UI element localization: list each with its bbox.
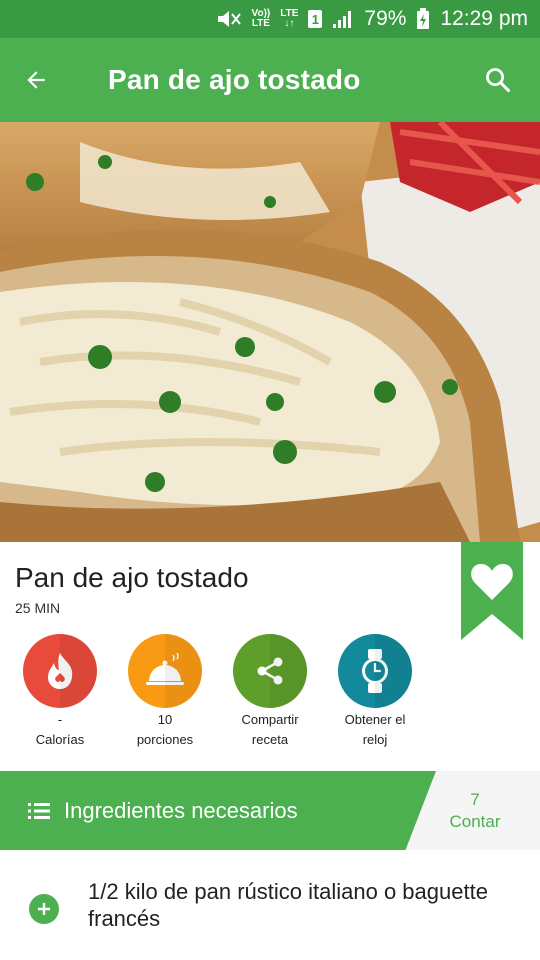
calories-item[interactable]: - Calorías xyxy=(5,634,115,748)
recipe-title: Pan de ajo tostado xyxy=(15,562,249,593)
serving-dish-icon xyxy=(146,652,184,685)
share-label-line2: receta xyxy=(251,732,289,747)
servings-item[interactable]: 10 porciones xyxy=(110,634,220,748)
volte-indicator: Vo)) LTE xyxy=(251,8,271,29)
ingredients-header[interactable]: Ingredientes necesarios 7 Contar xyxy=(0,771,540,850)
search-button[interactable] xyxy=(476,58,520,102)
battery-charging-icon xyxy=(416,8,430,30)
list-icon xyxy=(28,802,50,820)
calories-button[interactable] xyxy=(23,634,97,708)
calories-flame-icon xyxy=(48,653,73,689)
signal-icon xyxy=(332,9,354,29)
calories-value: - xyxy=(57,712,63,727)
servings-button[interactable] xyxy=(128,634,202,708)
favorite-button[interactable] xyxy=(461,542,523,640)
share-item[interactable]: Compartir receta xyxy=(215,634,325,748)
back-button[interactable] xyxy=(0,38,72,122)
battery-percent: 79% xyxy=(364,7,407,30)
ingredient-count-label: Contar xyxy=(449,811,501,831)
page-title: Pan de ajo tostado xyxy=(108,64,361,95)
ingredient-count: 7 Contar xyxy=(410,771,540,850)
ingredients-header-tab[interactable]: Ingredientes necesarios xyxy=(0,771,436,850)
share-button[interactable] xyxy=(233,634,307,708)
servings-label: porciones xyxy=(136,732,194,747)
mute-icon xyxy=(216,8,242,30)
watch-button[interactable] xyxy=(338,634,412,708)
status-time: 12:29 pm xyxy=(440,7,528,30)
ingredient-count-value: 7 xyxy=(470,789,480,809)
list-item: 1/2 kilo de pan rústico italiano o bague… xyxy=(0,878,540,932)
recipe-time: 25 MIN xyxy=(15,600,61,616)
watch-icon xyxy=(362,649,388,693)
search-icon xyxy=(486,68,511,93)
ingredients-header-label: Ingredientes necesarios xyxy=(64,797,298,823)
ingredient-text: 1/2 kilo de pan rústico italiano o bague… xyxy=(88,879,488,931)
app-bar: Pan de ajo tostado xyxy=(0,38,540,122)
share-icon xyxy=(257,657,283,685)
watch-item[interactable]: Obtener el reloj xyxy=(320,634,430,748)
plus-icon xyxy=(38,903,50,915)
calories-label: Calorías xyxy=(35,732,85,747)
lte-indicator: LTE ↓↑ xyxy=(280,8,299,29)
arrow-left-icon xyxy=(27,71,45,89)
add-ingredient-button[interactable] xyxy=(29,894,59,924)
sim-slot-badge: 1 xyxy=(308,10,323,28)
watch-label-line2: reloj xyxy=(362,732,388,747)
watch-label-line1: Obtener el xyxy=(344,712,406,727)
servings-value: 10 xyxy=(157,712,173,727)
share-label-line1: Compartir xyxy=(241,712,299,727)
status-bar: Vo)) LTE LTE ↓↑ 1 79% 12:29 pm xyxy=(0,0,540,38)
recipe-photo xyxy=(0,122,540,542)
